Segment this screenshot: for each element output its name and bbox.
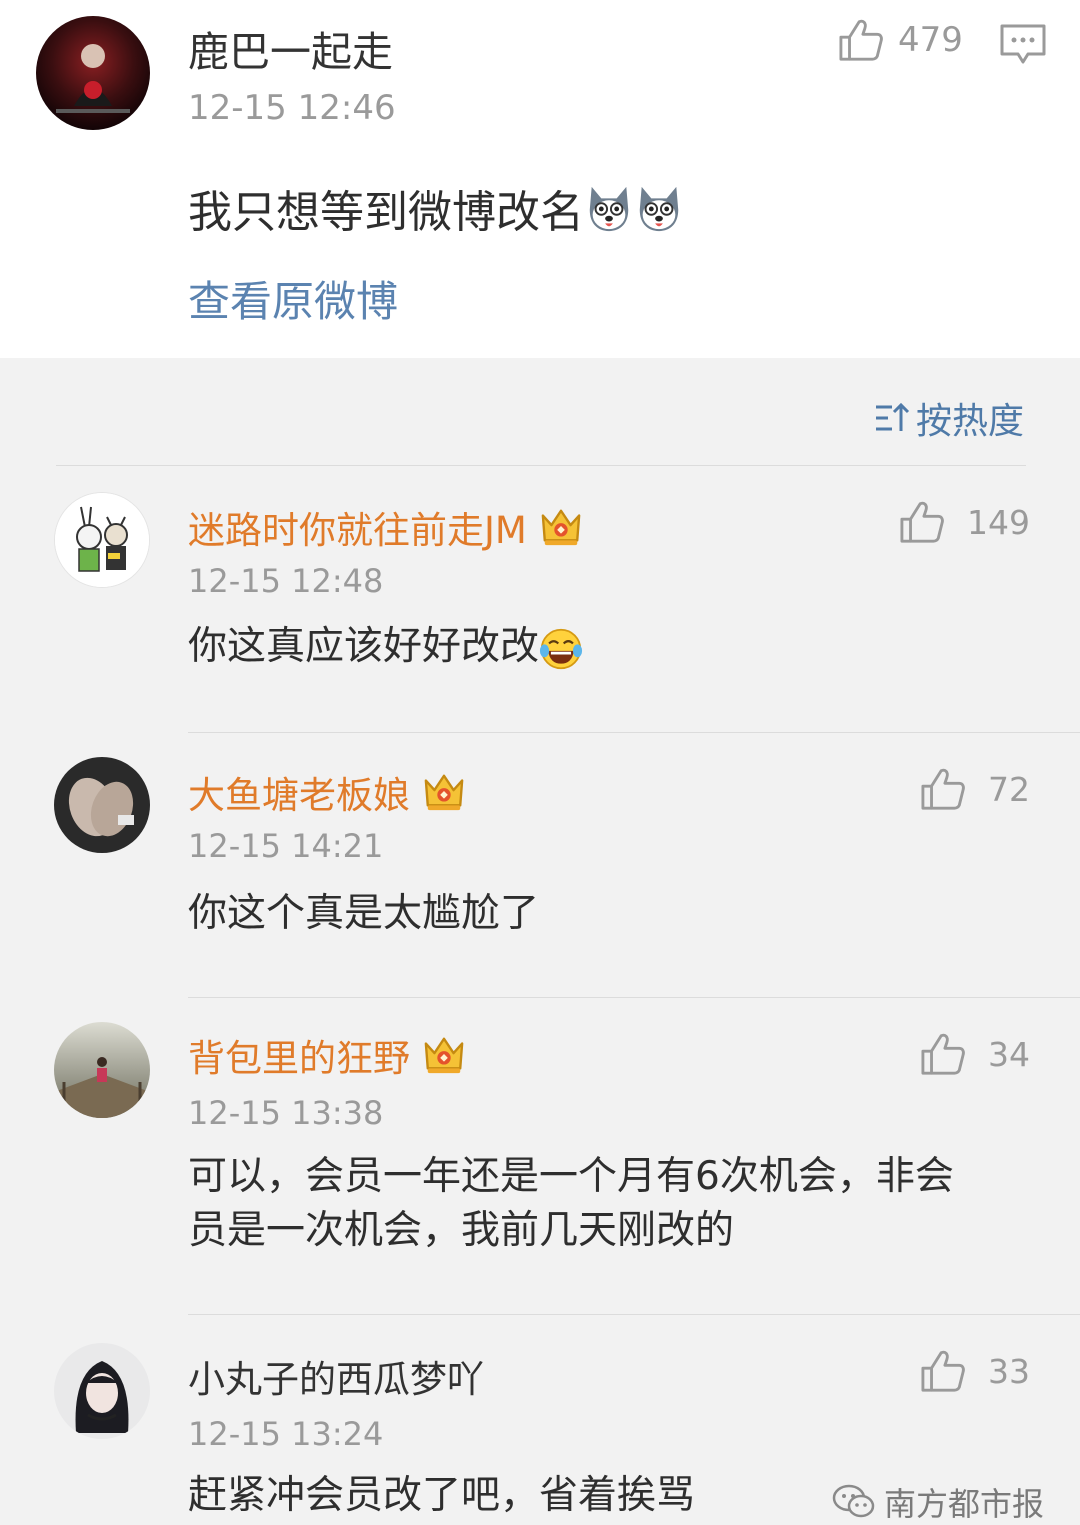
comment-username[interactable]: 大鱼塘老板娘: [188, 765, 466, 819]
sort-by-hot-button[interactable]: 按热度: [874, 392, 1024, 444]
comment-like-button[interactable]: 149: [899, 500, 1030, 544]
like-count: 149: [967, 502, 1030, 542]
original-post: 鹿巴一起走 12-15 12:46 我只想等到微博改名 查看原微博 479: [0, 0, 1080, 358]
username-label: 背包里的狂野: [188, 1037, 410, 1080]
sort-label: 按热度: [915, 401, 1024, 442]
vip-crown-icon: [539, 506, 583, 548]
avatar[interactable]: [54, 492, 150, 588]
avatar[interactable]: [54, 757, 150, 853]
comment-icon: [1000, 24, 1046, 64]
comment-timestamp: 12-15 13:24: [188, 1415, 384, 1453]
comment-timestamp: 12-15 13:38: [188, 1094, 384, 1132]
comment-like-button[interactable]: 34: [920, 1032, 1030, 1076]
comment-timestamp: 12-15 12:48: [188, 562, 384, 600]
like-count: 34: [988, 1034, 1030, 1074]
comment-like-button[interactable]: 72: [920, 767, 1030, 811]
comment-item: 背包里的狂野 可以，会员一年还是一个月有6次机会，非会 员是一次机会，我前几天刚…: [0, 998, 1080, 1314]
husky-emoji: [634, 183, 684, 233]
watermark: 南方都市报: [832, 1479, 1044, 1525]
comment-text: 你这真应该好好改改: [188, 620, 1038, 674]
comment-item: 迷路时你就往前走JM 12-15 12:48 你这真应该好好改改 149: [0, 466, 1080, 732]
username-label: 迷路时你就往前走JM: [188, 509, 527, 552]
comment-text: 可以，会员一年还是一个月有6次机会，非会 员是一次机会，我前几天刚改的: [188, 1150, 1058, 1258]
husky-emoji: [584, 183, 634, 233]
comments-screen: 鹿巴一起走 12-15 12:46 我只想等到微博改名 查看原微博 479 按热…: [0, 0, 1080, 1525]
thumbs-up-icon: [838, 18, 884, 62]
avatar[interactable]: [36, 16, 150, 130]
comment-text-line: 可以，会员一年还是一个月有6次机会，非会: [188, 1154, 954, 1199]
comment-username[interactable]: 迷路时你就往前走JM: [188, 500, 583, 554]
comment-text: 你这个真是太尴尬了: [188, 891, 540, 936]
username-label: 小丸子的西瓜梦吖: [188, 1358, 484, 1401]
comment-text-content: 你这真应该好好改改: [188, 624, 540, 669]
comment-username[interactable]: 背包里的狂野: [188, 1028, 466, 1082]
avatar[interactable]: [54, 1022, 150, 1118]
post-timestamp: 12-15 12:46: [188, 88, 396, 128]
comment-item: 大鱼塘老板娘 12-15 14:21 你这个真是太尴尬了 72: [0, 733, 1080, 997]
sort-bar: 按热度: [0, 358, 1080, 466]
comment-timestamp: 12-15 14:21: [188, 827, 384, 865]
thumbs-up-icon: [899, 500, 945, 544]
laugh-cry-emoji: [539, 627, 583, 671]
sort-icon: [875, 402, 910, 431]
vip-crown-icon: [422, 1034, 466, 1076]
comment-text-line: 员是一次机会，我前几天刚改的: [188, 1208, 735, 1253]
avatar[interactable]: [54, 1343, 150, 1439]
like-count: 72: [988, 769, 1030, 809]
post-like-button[interactable]: 479: [838, 18, 963, 62]
thumbs-up-icon: [920, 1032, 966, 1076]
vip-crown-icon: [422, 771, 466, 813]
view-original-link[interactable]: 查看原微博: [188, 268, 398, 329]
watermark-label: 南方都市报: [883, 1485, 1044, 1523]
comment-username[interactable]: 小丸子的西瓜梦吖: [188, 1349, 484, 1403]
post-text: 我只想等到微博改名: [188, 176, 684, 240]
post-text-content: 我只想等到微博改名: [188, 187, 584, 238]
post-username[interactable]: 鹿巴一起走: [188, 18, 393, 78]
wechat-icon: [832, 1484, 875, 1518]
thumbs-up-icon: [920, 1349, 966, 1393]
like-count: 479: [898, 20, 963, 60]
comment-like-button[interactable]: 33: [920, 1349, 1030, 1393]
username-label: 大鱼塘老板娘: [188, 774, 410, 817]
comment-button[interactable]: [998, 22, 1048, 68]
thumbs-up-icon: [920, 767, 966, 811]
like-count: 33: [988, 1351, 1030, 1391]
